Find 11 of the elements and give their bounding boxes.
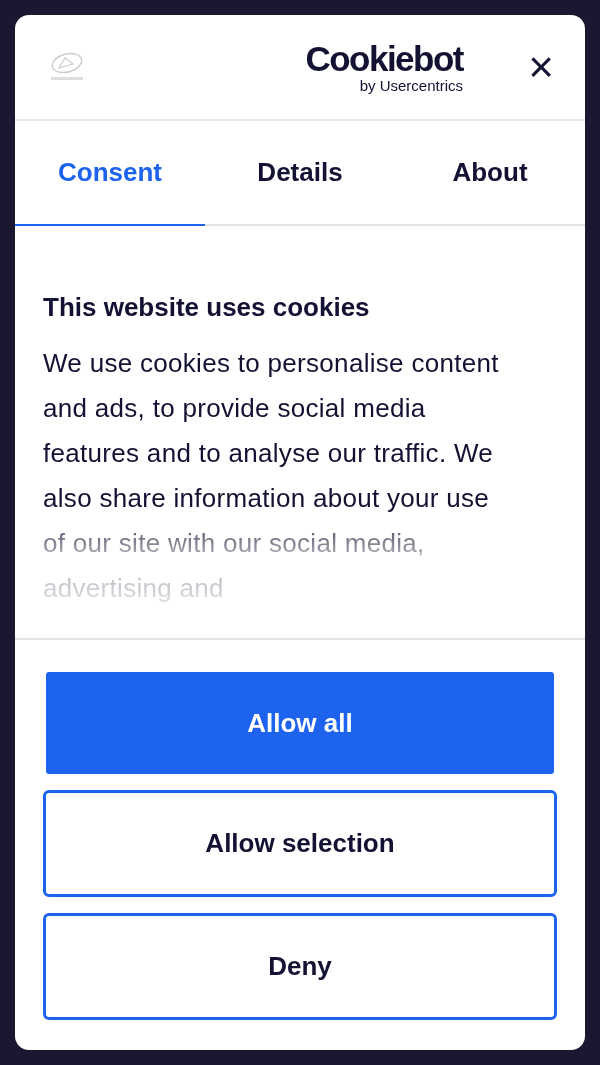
brand-name: Cookiebot xyxy=(305,41,463,76)
tab[interactable]: Consent xyxy=(15,121,205,226)
allow-all-button[interactable]: Allow all xyxy=(46,672,554,774)
consent-button[interactable]: Deny xyxy=(43,913,557,1020)
logo-icon xyxy=(49,52,85,82)
dialog-title: This website uses cookies xyxy=(43,291,371,324)
brand-tagline: by Usercentrics xyxy=(359,78,463,93)
tab[interactable]: Details xyxy=(205,121,395,224)
close-button[interactable]: × xyxy=(523,45,559,89)
tab[interactable]: About xyxy=(395,121,585,224)
consent-button[interactable]: Allow selection xyxy=(43,790,557,897)
